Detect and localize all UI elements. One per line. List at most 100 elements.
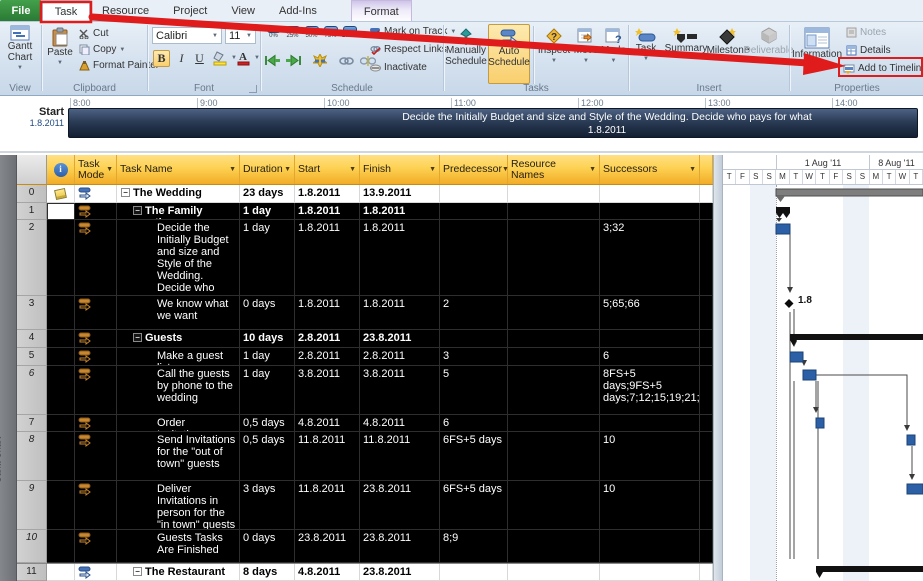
predecessor-cell[interactable]: 6FS+5 days	[440, 481, 508, 530]
predecessor-cell[interactable]	[440, 185, 508, 203]
task-mode-cell[interactable]	[75, 481, 117, 530]
row-number[interactable]: 3	[17, 296, 47, 330]
cut-button[interactable]: Cut	[79, 28, 109, 39]
predecessor-cell[interactable]	[440, 220, 508, 296]
tab-task[interactable]: Task	[42, 0, 90, 21]
successors-cell[interactable]	[600, 330, 700, 348]
collapse-icon[interactable]: −	[133, 206, 142, 215]
task-mode-cell[interactable]	[75, 203, 117, 220]
finish-cell[interactable]: 4.8.2011	[360, 415, 440, 432]
tab-resource[interactable]: Resource	[90, 0, 161, 21]
split-task-icon[interactable]	[313, 54, 327, 67]
start-cell[interactable]: 11.8.2011	[295, 481, 360, 530]
info-cell[interactable]	[47, 530, 75, 563]
finish-cell[interactable]: 23.8.2011	[360, 330, 440, 348]
copy-button[interactable]: Copy ▼	[79, 44, 125, 55]
start-cell[interactable]: 3.8.2011	[295, 366, 360, 415]
resource-cell[interactable]	[508, 185, 600, 203]
resource-cell[interactable]	[508, 564, 600, 581]
resource-cell[interactable]	[508, 330, 600, 348]
finish-cell[interactable]: 3.8.2011	[360, 366, 440, 415]
pane-splitter[interactable]	[713, 155, 723, 581]
resource-cell[interactable]	[508, 366, 600, 415]
predecessor-cell[interactable]	[440, 203, 508, 220]
font-color-button[interactable]: A ▼	[237, 50, 260, 66]
predecessor-cell[interactable]: 6FS+5 days	[440, 432, 508, 481]
duration-cell[interactable]: 3 days	[240, 481, 295, 530]
info-cell[interactable]	[47, 366, 75, 415]
task-name-cell[interactable]: Deliver Invitations in person for the "i…	[117, 481, 240, 530]
notes-button[interactable]: Notes	[846, 27, 886, 38]
task-name-cell[interactable]: Send Invitations for the "out of town" g…	[117, 432, 240, 481]
task-mode-header[interactable]: Task Mode ▼	[75, 155, 117, 184]
font-dialog-launcher[interactable]	[249, 85, 257, 93]
gantt-bar-guest-list[interactable]	[789, 351, 804, 363]
row-number[interactable]: 9	[17, 481, 47, 530]
insert-task-button[interactable]: Task ▼	[630, 24, 662, 65]
predecessor-cell[interactable]: 6	[440, 415, 508, 432]
row-number[interactable]: 2	[17, 220, 47, 296]
background-color-button[interactable]: ▼	[213, 50, 237, 66]
duration-cell[interactable]: 0,5 days	[240, 415, 295, 432]
row-number[interactable]: 10	[17, 530, 47, 563]
information-button[interactable]: Information	[792, 24, 842, 60]
respect-links-button[interactable]: Respect Links	[370, 44, 447, 55]
predecessor-cell[interactable]: 5	[440, 366, 508, 415]
resource-cell[interactable]	[508, 296, 600, 330]
duration-cell[interactable]: 1 day	[240, 220, 295, 296]
task-mode-cell[interactable]	[75, 432, 117, 481]
info-cell[interactable]	[47, 185, 75, 203]
duration-cell[interactable]: 1 day	[240, 366, 295, 415]
start-cell[interactable]: 23.8.2011	[295, 530, 360, 563]
task-name-cell[interactable]: Order Invitations	[117, 415, 240, 432]
start-cell[interactable]: 1.8.2011	[295, 203, 360, 220]
successors-cell[interactable]	[600, 415, 700, 432]
finish-cell[interactable]: 23.8.2011	[360, 530, 440, 563]
auto-schedule-button[interactable]: Auto Schedule	[488, 24, 530, 84]
percent-75-button[interactable]: 75%	[322, 26, 339, 40]
row-number[interactable]: 11	[17, 564, 47, 581]
successors-cell[interactable]	[600, 203, 700, 220]
finish-cell[interactable]: 2.8.2011	[360, 348, 440, 366]
task-mode-cell[interactable]	[75, 564, 117, 581]
gantt-milestone-we-know[interactable]	[784, 299, 794, 308]
task-name-cell[interactable]: Decide the Initially Budget and size and…	[117, 220, 240, 296]
tab-format[interactable]: Format	[350, 0, 412, 21]
successors-cell[interactable]	[600, 185, 700, 203]
bold-button[interactable]: B	[153, 50, 170, 67]
resource-cell[interactable]	[508, 203, 600, 220]
timeline-task-bar[interactable]: Decide the Initially Budget and size and…	[68, 108, 918, 138]
start-cell[interactable]: 11.8.2011	[295, 432, 360, 481]
start-cell[interactable]: 1.8.2011	[295, 296, 360, 330]
tab-project[interactable]: Project	[161, 0, 219, 21]
info-cell[interactable]	[47, 481, 75, 530]
move-button[interactable]: Move ▼	[572, 24, 600, 67]
duration-cell[interactable]: 1 day	[240, 203, 295, 220]
duration-cell[interactable]: 8 days	[240, 564, 295, 581]
finish-cell[interactable]: 13.9.2011	[360, 185, 440, 203]
duration-cell[interactable]: 0 days	[240, 296, 295, 330]
duration-cell[interactable]: 0 days	[240, 530, 295, 563]
task-name-cell[interactable]: − Guests	[117, 330, 240, 348]
successors-cell[interactable]: 3;32	[600, 220, 700, 296]
gantt-bar-decide-budget[interactable]	[775, 218, 791, 235]
collapse-icon[interactable]: −	[133, 333, 142, 342]
info-cell-selected[interactable]	[47, 203, 75, 220]
gantt-day-header[interactable]: T F S S M T W T F S S M T W T	[723, 170, 923, 185]
finish-cell[interactable]: 1.8.2011	[360, 203, 440, 220]
mode-button[interactable]: ? Mode ▼	[600, 24, 627, 67]
duration-header[interactable]: Duration ▼	[240, 155, 295, 184]
gantt-bar-summary-wedding[interactable]	[775, 188, 923, 202]
row-number[interactable]: 0	[17, 185, 47, 203]
details-button[interactable]: Details	[846, 45, 891, 56]
info-cell[interactable]	[47, 564, 75, 581]
paste-button[interactable]: Paste ▼	[45, 24, 75, 69]
add-to-timeline-button[interactable]: Add to Timeline	[843, 63, 923, 74]
predecessor-cell[interactable]: 3	[440, 348, 508, 366]
tab-view[interactable]: View	[219, 0, 267, 21]
task-name-cell[interactable]: Call the guests by phone to the wedding	[117, 366, 240, 415]
successors-cell[interactable]	[600, 564, 700, 581]
info-cell[interactable]	[47, 415, 75, 432]
gantt-chart-pane-tab[interactable]: Gantt Chart	[0, 155, 17, 581]
font-size-select[interactable]: 11 ▼	[225, 27, 256, 44]
